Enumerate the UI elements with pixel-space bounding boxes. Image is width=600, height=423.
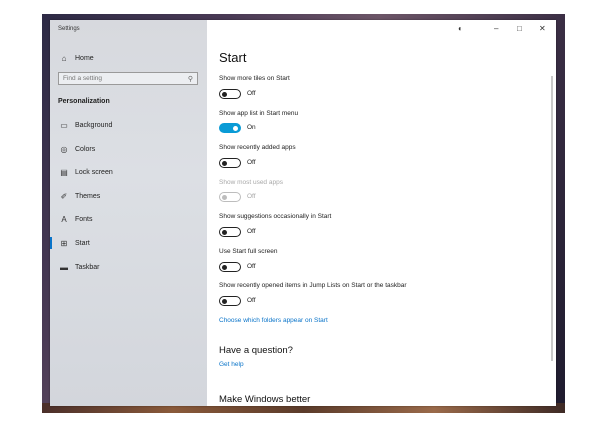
toggle-state: Off [247, 90, 256, 97]
window-title: Settings [58, 26, 80, 32]
search-input[interactable] [59, 74, 175, 83]
setting-label: Show recently added apps [219, 144, 296, 151]
sidebar: Settings ⌂ Home ⚲ Personalization ▭ Back… [50, 20, 207, 406]
settings-sync-icon[interactable]: ◐ [458, 24, 463, 33]
sidebar-item-start[interactable]: ⊞ Start [50, 234, 207, 252]
toggle-suggestions[interactable] [219, 227, 241, 237]
toggle-state: On [247, 124, 256, 131]
section-header: Personalization [58, 98, 110, 105]
sidebar-item-label: Lock screen [75, 168, 113, 176]
setting-label: Show more tiles on Start [219, 75, 290, 82]
sidebar-item-label: Taskbar [75, 263, 100, 271]
sidebar-item-taskbar[interactable]: ▬ Taskbar [50, 258, 207, 276]
themes-icon: ✐ [60, 191, 68, 201]
question-heading: Have a question? [219, 345, 293, 356]
taskbar-icon: ▬ [60, 262, 68, 272]
toggle-state: Off [247, 297, 256, 304]
lock-screen-icon: ▤ [60, 167, 68, 177]
fonts-icon: A [61, 214, 67, 224]
close-button[interactable]: ✕ [539, 24, 546, 33]
sidebar-item-label: Background [75, 121, 113, 129]
toggle-more-tiles[interactable] [219, 89, 241, 99]
choose-folders-link[interactable]: Choose which folders appear on Start [219, 317, 328, 324]
sidebar-item-colors[interactable]: ◎ Colors [50, 140, 207, 158]
page-title: Start [219, 50, 247, 65]
get-help-link[interactable]: Get help [219, 361, 244, 368]
setting-label: Show most used apps [219, 179, 283, 186]
toggle-recently-added[interactable] [219, 158, 241, 168]
toggle-most-used [219, 192, 241, 202]
sidebar-item-label: Start [75, 239, 90, 247]
setting-label: Show suggestions occasionally in Start [219, 213, 332, 220]
sidebar-item-themes[interactable]: ✐ Themes [50, 187, 207, 205]
setting-label: Show recently opened items in Jump Lists… [219, 282, 407, 289]
toggle-full-screen[interactable] [219, 262, 241, 272]
setting-label: Show app list in Start menu [219, 110, 299, 117]
setting-label: Use Start full screen [219, 248, 278, 255]
toggle-state: Off [247, 263, 256, 270]
sidebar-item-background[interactable]: ▭ Background [50, 116, 207, 134]
search-icon: ⚲ [187, 75, 193, 83]
sidebar-item-label: Fonts [75, 215, 93, 223]
start-icon: ⊞ [60, 238, 68, 248]
minimize-button[interactable]: – [494, 24, 498, 33]
scrollbar[interactable] [551, 76, 553, 361]
image-icon: ▭ [60, 120, 68, 130]
search-box[interactable]: ⚲ [58, 72, 198, 85]
settings-window: Settings ⌂ Home ⚲ Personalization ▭ Back… [50, 20, 556, 406]
sidebar-item-label: Home [75, 54, 94, 62]
feedback-heading: Make Windows better [219, 394, 311, 405]
sidebar-item-fonts[interactable]: A Fonts [50, 210, 207, 228]
toggle-state: Off [247, 228, 256, 235]
sidebar-item-home[interactable]: ⌂ Home [50, 49, 207, 67]
sidebar-item-lock-screen[interactable]: ▤ Lock screen [50, 163, 207, 181]
toggle-jump-lists[interactable] [219, 296, 241, 306]
home-icon: ⌂ [61, 53, 67, 63]
toggle-app-list[interactable] [219, 123, 241, 133]
maximize-button[interactable]: □ [517, 24, 522, 33]
main-content: ◐ – □ ✕ Start Show more tiles on Start O… [207, 20, 556, 406]
toggle-state: Off [247, 193, 256, 200]
palette-icon: ◎ [60, 144, 68, 154]
toggle-state: Off [247, 159, 256, 166]
sidebar-item-label: Colors [75, 145, 96, 153]
sidebar-item-label: Themes [75, 192, 101, 200]
